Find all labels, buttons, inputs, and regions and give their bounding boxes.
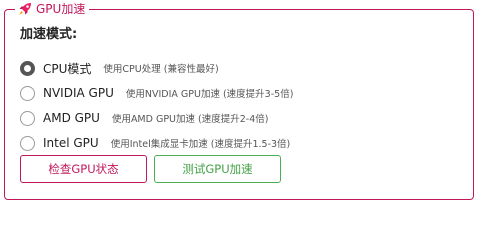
option-cpu[interactable]: CPU模式 使用CPU处理 (兼容性最好)	[20, 59, 219, 77]
option-name: NVIDIA GPU	[43, 86, 114, 100]
option-intel[interactable]: Intel GPU 使用Intel集成显卡加速 (速度提升1.5-3倍)	[20, 134, 290, 152]
radio-amd[interactable]	[20, 110, 35, 126]
option-amd[interactable]: AMD GPU 使用AMD GPU加速 (速度提升2-4倍)	[20, 109, 268, 127]
option-name: Intel GPU	[43, 136, 99, 150]
panel-title: GPU加速	[36, 2, 86, 16]
panel-legend: GPU加速	[15, 0, 90, 18]
mode-label: 加速模式:	[20, 27, 78, 42]
option-desc: 使用NVIDIA GPU加速 (速度提升3-5倍)	[125, 89, 294, 100]
option-desc: 使用CPU处理 (兼容性最好)	[103, 64, 219, 75]
radio-cpu[interactable]	[20, 60, 35, 76]
radio-intel[interactable]	[20, 135, 35, 151]
option-name: CPU模式	[43, 61, 92, 76]
check-gpu-status-button[interactable]: 检查GPU状态	[20, 155, 147, 183]
radio-nvidia[interactable]	[20, 85, 35, 101]
option-name: AMD GPU	[43, 111, 100, 125]
option-desc: 使用Intel集成显卡加速 (速度提升1.5-3倍)	[110, 139, 291, 150]
option-desc: 使用AMD GPU加速 (速度提升2-4倍)	[111, 114, 269, 125]
rocket-icon	[17, 1, 33, 17]
option-nvidia[interactable]: NVIDIA GPU 使用NVIDIA GPU加速 (速度提升3-5倍)	[20, 84, 293, 102]
test-gpu-accel-button[interactable]: 测试GPU加速	[154, 155, 281, 183]
